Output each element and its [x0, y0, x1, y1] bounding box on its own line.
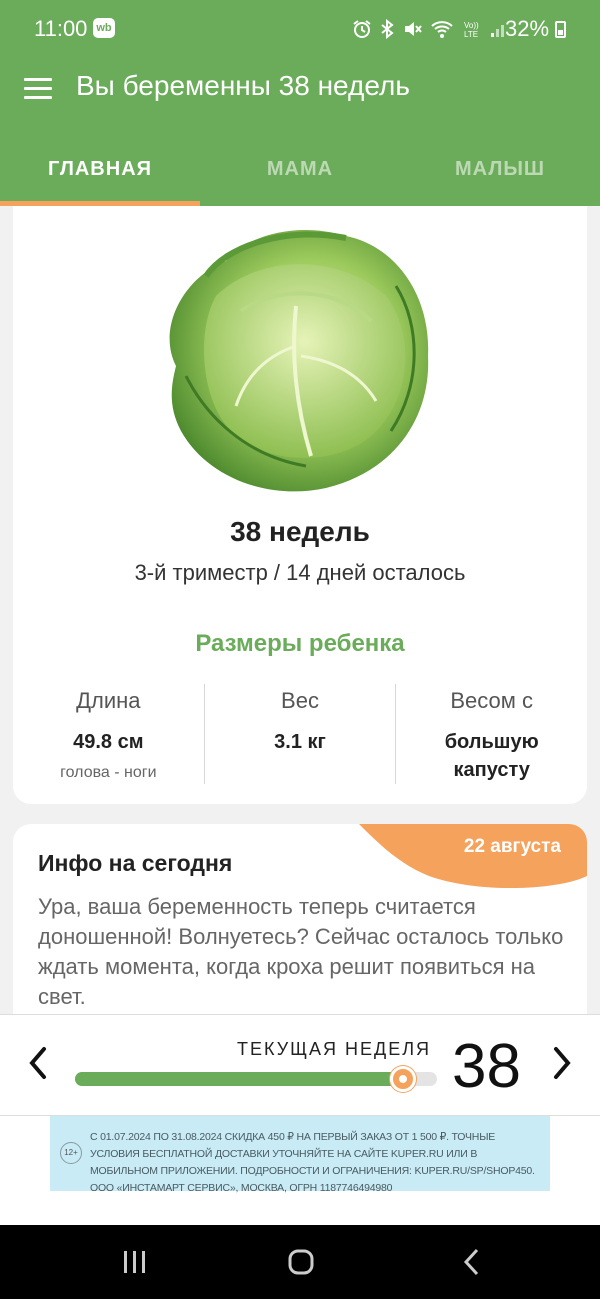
baby-metrics: Длина 49.8 см голова - ноги Вес 3.1 кг В… — [13, 684, 587, 784]
info-title: Инфо на сегодня — [38, 850, 233, 876]
tab-bar: ГЛАВНАЯ МАМА МАЛЫШ — [0, 150, 600, 206]
trimester-subtitle: 3-й триместр / 14 дней осталось — [134, 560, 466, 585]
alarm-icon — [352, 19, 372, 44]
ad-area: 12+ С 01.07.2024 по 31.08.2024 скидка 45… — [0, 1116, 600, 1225]
metric-value: большую капусту — [444, 731, 539, 781]
baby-sizes-heading: Размеры ребенка — [195, 630, 405, 657]
current-week-number: 38 — [452, 1032, 521, 1101]
wb-app-icon: wb — [93, 18, 115, 38]
tab-baby[interactable]: МАЛЫШ — [400, 150, 600, 206]
week-progress-track[interactable] — [75, 1066, 437, 1092]
app-bar: Вы беременны 38 недель ГЛАВНАЯ МАМА МАЛЫ… — [0, 58, 600, 206]
week-title: 38 недель — [230, 516, 370, 547]
system-nav-bar — [0, 1225, 600, 1299]
previous-week-button[interactable] — [24, 1043, 54, 1083]
metric-value: 3.1 кг — [274, 731, 326, 753]
recent-apps-button[interactable] — [120, 1247, 150, 1282]
status-time: 11:00 — [34, 16, 88, 41]
cabbage-image — [146, 216, 436, 496]
status-bar: 11:00 wb Vo)) LTE 32% — [0, 0, 600, 58]
metric-comparison: Весом с большую капусту — [395, 684, 587, 784]
week-card: 38 недель 3-й триместр / 14 дней осталос… — [13, 206, 587, 804]
wifi-icon — [430, 19, 454, 44]
info-card[interactable]: 22 августа Инфо на сегодня Ура, ваша бер… — [13, 824, 587, 1034]
age-rating-badge: 12+ — [60, 1142, 82, 1164]
status-icons: Vo)) LTE — [352, 18, 508, 44]
ad-banner[interactable]: 12+ С 01.07.2024 по 31.08.2024 скидка 45… — [50, 1116, 550, 1194]
metric-label: Весом с — [450, 688, 533, 713]
date-label: 22 августа — [463, 836, 561, 857]
volte-icon: Vo)) LTE — [462, 19, 482, 44]
metric-label: Длина — [76, 688, 141, 713]
back-icon — [463, 1248, 479, 1276]
current-week-label: ТЕКУЩАЯ НЕДЕЛЯ — [237, 1039, 432, 1059]
metric-value: 49.8 см — [73, 731, 144, 753]
week-selector: ТЕКУЩАЯ НЕДЕЛЯ 38 — [0, 1014, 600, 1116]
home-button[interactable] — [286, 1247, 316, 1282]
info-text: Ура, ваша беременность теперь считается … — [38, 894, 564, 1009]
metric-label: Вес — [281, 688, 319, 713]
battery-icon — [555, 21, 566, 38]
date-badge: 22 августа — [359, 824, 587, 892]
tab-main[interactable]: ГЛАВНАЯ — [0, 150, 200, 206]
battery-percent: 32% — [505, 16, 550, 41]
home-icon — [288, 1249, 314, 1275]
chevron-right-icon — [554, 1047, 571, 1079]
menu-icon[interactable] — [24, 78, 52, 100]
page-title: Вы беременны 38 недель — [76, 70, 410, 101]
metric-note: голова - ноги — [60, 764, 157, 781]
metric-weight: Вес 3.1 кг — [203, 684, 396, 784]
back-button[interactable] — [458, 1247, 488, 1282]
bluetooth-icon — [380, 18, 394, 44]
svg-text:LTE: LTE — [464, 30, 478, 39]
svg-text:Vo)): Vo)) — [464, 21, 479, 30]
tab-mom[interactable]: МАМА — [200, 150, 400, 206]
mute-icon — [402, 19, 422, 44]
chevron-left-icon — [29, 1047, 46, 1079]
next-week-button[interactable] — [546, 1043, 576, 1083]
ad-text: С 01.07.2024 по 31.08.2024 скидка 450 ₽ … — [90, 1131, 535, 1194]
metric-length: Длина 49.8 см голова - ноги — [13, 684, 204, 784]
recent-apps-icon — [124, 1251, 145, 1273]
week-progress-fill — [75, 1072, 403, 1086]
week-progress-knob[interactable] — [389, 1066, 416, 1092]
